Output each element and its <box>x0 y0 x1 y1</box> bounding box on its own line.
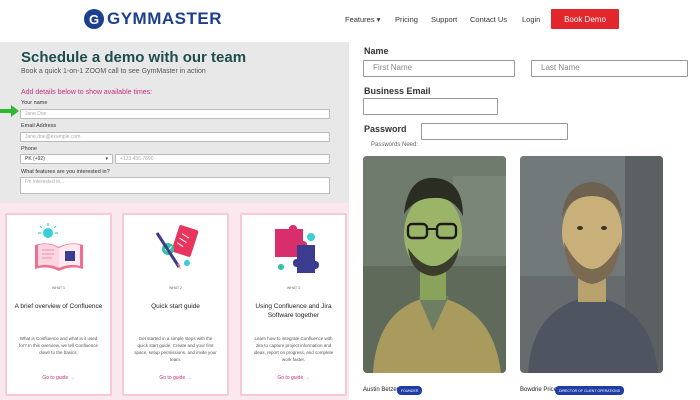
card-description: Learn how to integrate Confluence with J… <box>253 336 334 362</box>
password-requirements-hint: Passwords Need: <box>371 142 419 148</box>
person-name: Bowdrie Price <box>520 387 558 393</box>
your-name-input[interactable]: Jane Doe <box>20 109 330 119</box>
book-demo-button[interactable]: Book Demo <box>551 9 619 29</box>
card-tag: WHAT 2 <box>169 286 182 290</box>
country-code-value: PK (+92) <box>25 156 45 162</box>
phone-label: Phone <box>21 146 37 152</box>
logo-mark-icon: G <box>84 9 104 29</box>
form-title: Schedule a demo with our team <box>21 49 247 66</box>
go-to-guide-link[interactable]: Go to guide → <box>7 375 110 381</box>
go-to-guide-link[interactable]: Go to guide → <box>242 375 345 381</box>
card-description: Get started in a simple steps with the q… <box>134 336 217 362</box>
nav-pricing[interactable]: Pricing <box>395 15 418 24</box>
guide-card-overview: WHAT 1 A brief overview of Confluence Wh… <box>5 213 112 396</box>
role-badge: FOUNDER <box>397 386 423 395</box>
email-label: Email Address <box>21 123 57 129</box>
password-input[interactable] <box>421 123 568 140</box>
card-title: Using Confluence and Jira Software toget… <box>255 303 332 320</box>
card-tag: WHAT 1 <box>52 286 65 290</box>
logo-text: GYMMASTER <box>107 9 222 28</box>
email-input[interactable]: Jane.doe@example.com <box>20 132 330 142</box>
password-label: Password <box>364 124 407 134</box>
nav-features[interactable]: Features ▾ <box>345 15 380 24</box>
green-arrow-icon <box>0 104 20 123</box>
top-navbar: G GYMMASTER Features ▾ Pricing Support C… <box>0 0 700 42</box>
book-lightbulb-icon <box>32 223 86 275</box>
your-name-label: Your name <box>21 100 48 106</box>
chevron-down-icon: ▾ <box>105 156 108 162</box>
business-email-label: Business Email <box>364 86 431 96</box>
team-photo-austin <box>363 156 506 373</box>
business-email-input[interactable] <box>363 98 498 115</box>
first-name-input[interactable]: First Name <box>363 60 515 77</box>
card-description: What is Confluence and what is it used f… <box>18 336 99 355</box>
add-details-label: Add details below to show available time… <box>21 89 153 96</box>
card-title: Quick start guide <box>151 303 200 310</box>
team-photo-bowdrie <box>520 156 663 373</box>
guide-card-quick-start: WHAT 2 Quick start guide Get started in … <box>122 213 229 396</box>
country-code-select[interactable]: PK (+92) ▾ <box>20 154 113 164</box>
features-label: What features are you interested in? <box>21 169 110 175</box>
form-subtitle: Book a quick 1-on-1 ZOOM call to see Gym… <box>21 68 206 75</box>
guide-card-confluence-jira: WHAT 3 Using Confluence and Jira Softwar… <box>240 213 347 396</box>
checklist-pencil-icon <box>149 223 203 275</box>
person-name: Austin Betzer <box>363 387 399 393</box>
phone-input[interactable]: +123 456 7890 <box>115 154 330 164</box>
card-title: A brief overview of Confluence <box>14 303 103 310</box>
role-badge: DIRECTOR OF CLIENT OPERATIONS <box>555 386 625 395</box>
nav-login[interactable]: Login <box>522 15 540 24</box>
go-to-guide-link[interactable]: Go to guide → <box>124 375 227 381</box>
nav-support[interactable]: Support <box>431 15 457 24</box>
last-name-input[interactable]: Last Name <box>531 60 688 77</box>
name-label: Name <box>364 46 389 56</box>
card-tag: WHAT 3 <box>287 286 300 290</box>
puzzle-pieces-icon <box>267 223 321 275</box>
nav-contact-us[interactable]: Contact Us <box>470 15 507 24</box>
features-textarea[interactable]: I'm interested in... <box>20 177 330 194</box>
gymmaster-logo[interactable]: G GYMMASTER <box>84 9 222 29</box>
